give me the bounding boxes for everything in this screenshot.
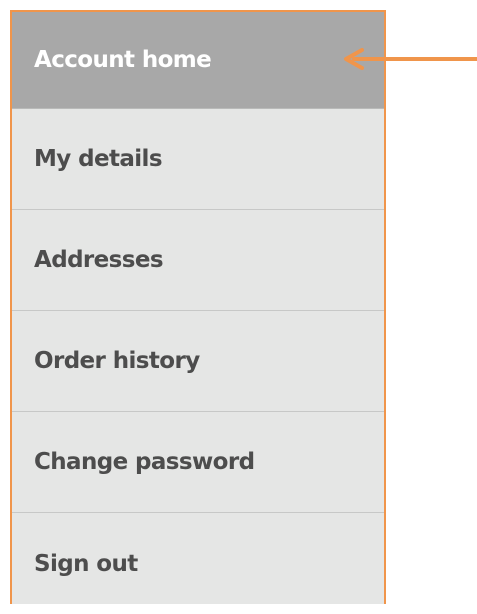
menu-item-my-details[interactable]: My details <box>12 109 384 210</box>
menu-item-label: Sign out <box>34 550 138 577</box>
arrow-left-icon <box>344 48 477 70</box>
menu-item-label: My details <box>34 146 163 172</box>
menu-item-account-home[interactable]: Account home <box>12 12 384 109</box>
menu-item-order-history[interactable]: Order history <box>12 311 384 412</box>
menu-item-addresses[interactable]: Addresses <box>12 210 384 311</box>
menu-item-change-password[interactable]: Change password <box>12 412 384 513</box>
menu-item-label: Order history <box>34 348 200 374</box>
menu-item-sign-out[interactable]: Sign out <box>12 513 384 614</box>
menu-item-label: Addresses <box>34 247 164 273</box>
menu-item-label: Account home <box>34 47 212 73</box>
menu-item-label: Change password <box>34 449 255 475</box>
account-menu: Account home My details Addresses Order … <box>10 10 386 604</box>
